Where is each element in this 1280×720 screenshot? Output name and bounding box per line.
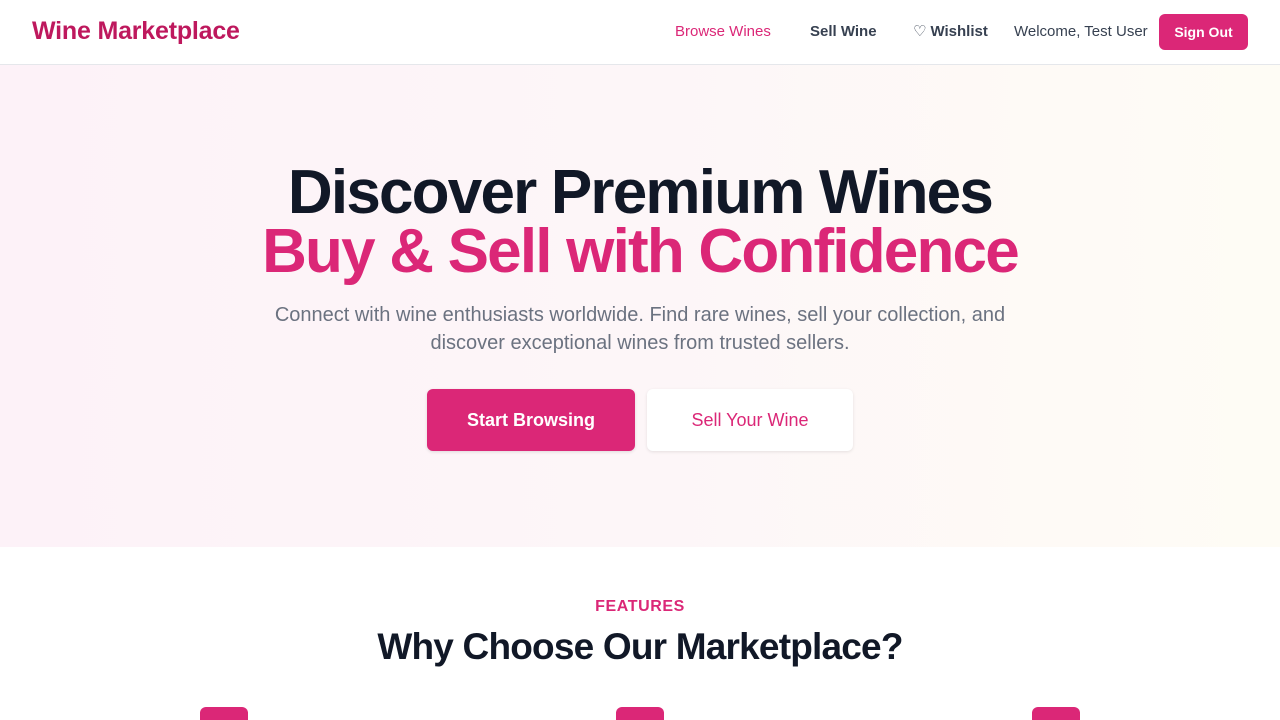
nav-wishlist-label: Wishlist [930,23,988,40]
nav-wishlist-link[interactable]: ♡ Wishlist [913,22,988,42]
nav-sell-wine-link[interactable]: Sell Wine [810,22,877,42]
features-eyebrow: FEATURES [595,598,685,615]
hero-subtitle: Connect with wine enthusiasts worldwide.… [274,304,1006,354]
feature-icon [200,707,248,720]
features-title: Why Choose Our Marketplace? [377,626,903,667]
feature-icon [1032,707,1080,720]
heart-outline-icon: ♡ [913,23,927,40]
feature-icon [616,707,664,720]
top-nav-bar: Wine Marketplace Browse Wines Sell Wine … [0,0,1280,65]
nav-browse-wines-link[interactable]: Browse Wines [675,22,771,42]
sign-out-button[interactable]: Sign Out [1159,14,1248,50]
hero-title-primary: Discover Premium Wines [287,158,994,227]
welcome-message: Welcome, Test User [1014,23,1148,40]
hero-section: Discover Premium Wines Buy & Sell with C… [0,65,1280,547]
start-browsing-button[interactable]: Start Browsing [427,389,635,451]
brand-logo-link[interactable]: Wine Marketplace [32,17,240,46]
sell-your-wine-button[interactable]: Sell Your Wine [647,389,853,451]
hero-title-accent: Buy & Sell with Confidence [262,217,1020,286]
